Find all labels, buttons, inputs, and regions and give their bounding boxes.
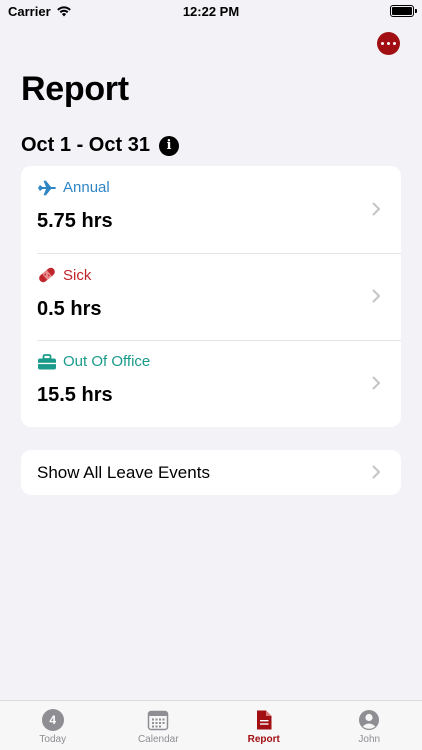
date-range-header: Oct 1 - Oct 31 i <box>21 134 179 157</box>
tab-label: Calendar <box>137 734 179 745</box>
leave-summary-card: Annual 5.75 hrs Sick 0.5 hrs Out Of Offi… <box>21 166 401 427</box>
leave-type-annual: Annual <box>37 179 385 196</box>
show-all-leave-events-label: Show All Leave Events <box>37 462 210 482</box>
tab-label: John <box>358 734 381 745</box>
status-time: 12:22 PM <box>182 4 240 19</box>
page-title: Report <box>21 70 129 108</box>
chevron-right-icon <box>372 465 380 479</box>
tab-today[interactable]: 4 Today <box>13 709 93 745</box>
tab-label: Report <box>247 734 280 745</box>
leave-type-label: Out Of Office <box>63 353 151 370</box>
bandage-icon <box>39 267 55 283</box>
chevron-right-icon <box>372 202 380 216</box>
leave-row-annual[interactable]: Annual 5.75 hrs <box>21 166 401 253</box>
leave-type-sick: Sick <box>37 266 385 284</box>
person-circle-icon <box>359 710 380 730</box>
leave-hours: 0.5 hrs <box>37 298 102 320</box>
document-icon <box>256 710 272 730</box>
leave-type-out-of-office: Out Of Office <box>37 353 385 370</box>
today-badge-icon: 4 <box>41 709 64 731</box>
tab-calendar[interactable]: Calendar <box>118 709 198 745</box>
info-icon[interactable]: i <box>158 135 179 156</box>
show-all-leave-events-button[interactable]: Show All Leave Events <box>21 450 401 495</box>
chevron-right-icon <box>372 289 380 303</box>
leave-row-out-of-office[interactable]: Out Of Office 15.5 hrs <box>21 340 401 427</box>
leave-type-label: Annual <box>63 179 110 196</box>
status-bar: Carrier 12:22 PM <box>0 0 422 22</box>
ellipsis-dot <box>380 41 385 46</box>
date-range-label: Oct 1 - Oct 31 <box>21 134 150 156</box>
chevron-right-icon <box>372 376 380 390</box>
battery-icon <box>390 5 417 17</box>
tab-label: Today <box>39 734 67 745</box>
leave-hours: 5.75 hrs <box>37 210 113 232</box>
calendar-icon <box>148 710 169 731</box>
briefcase-icon <box>38 353 56 369</box>
leave-row-sick[interactable]: Sick 0.5 hrs <box>21 253 401 340</box>
ellipsis-dot <box>386 41 391 46</box>
airplane-icon <box>38 180 56 195</box>
more-options-button[interactable] <box>377 32 400 55</box>
tab-report[interactable]: Report <box>224 709 304 745</box>
tab-bar: 4 Today Calendar Report John <box>0 700 422 750</box>
leave-type-label: Sick <box>63 266 92 284</box>
ellipsis-dot <box>392 41 397 46</box>
tab-profile[interactable]: John <box>329 709 409 745</box>
leave-hours: 15.5 hrs <box>37 384 113 406</box>
